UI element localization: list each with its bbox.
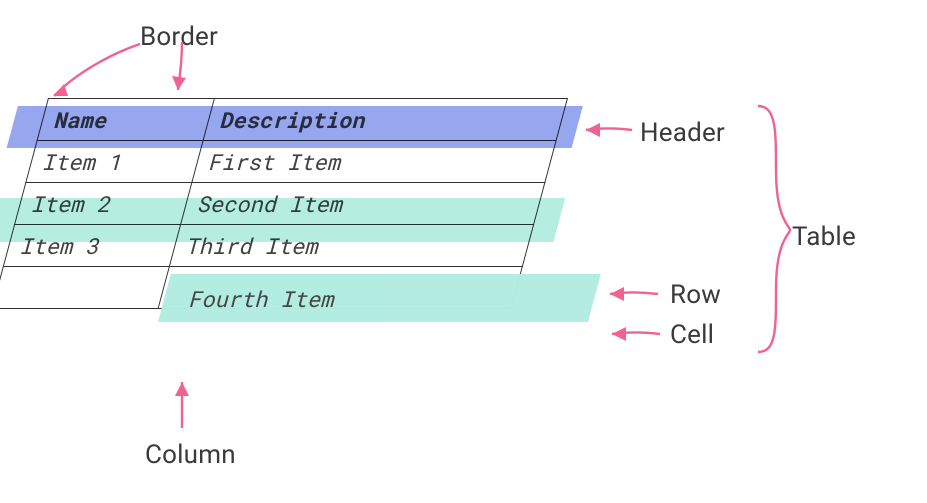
cell-name: Item 1 [26,141,203,183]
anatomy-table: Name Description Item 1 First Item Item … [0,98,568,309]
cell-description: Third Item [169,225,533,267]
table-row [0,267,522,309]
label-header: Header [640,118,725,148]
cell-description [158,267,522,309]
cell-name: Item 2 [15,183,192,225]
header-text-name: Name [51,105,112,134]
label-border: Border [140,22,218,52]
label-table: Table [792,222,856,252]
label-column: Column [145,440,236,470]
table-layer: Name Description Item 1 First Item Item … [0,98,568,309]
arrow-header [576,112,646,152]
header-cell-description: Description [203,99,567,141]
cell-description: First Item [192,141,556,183]
arrow-column [160,370,220,440]
diagram-stage: Name Description Item 1 First Item Item … [0,0,927,503]
header-row: Name Description [37,99,567,141]
header-cell-name: Name [37,99,214,141]
arrow-row [600,276,670,316]
label-cell: Cell [670,320,714,350]
cell-description: Second Item [181,183,545,225]
table-row: Item 2 Second Item [15,183,545,225]
cell-name [0,267,169,309]
header-text-description: Description [217,105,370,134]
table-row: Item 3 Third Item [3,225,533,267]
arrow-cell [602,316,672,356]
label-row: Row [670,280,721,310]
table-row: Item 1 First Item [26,141,556,183]
cell-name: Item 3 [3,225,180,267]
